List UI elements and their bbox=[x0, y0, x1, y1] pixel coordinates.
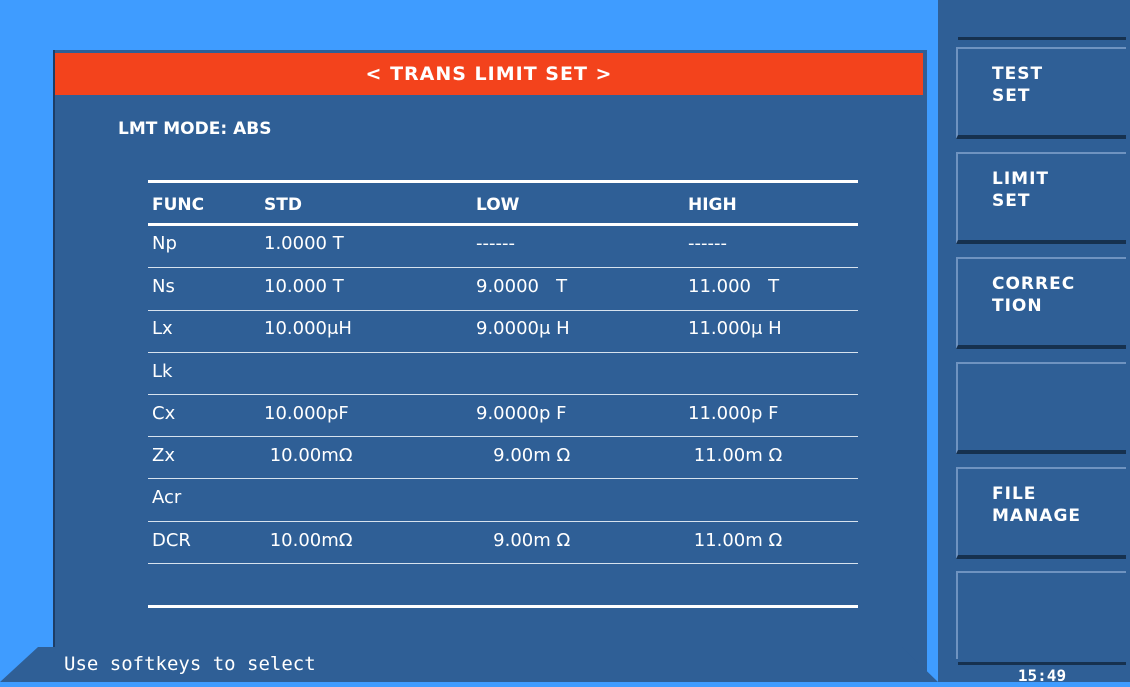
column-header-func: FUNC bbox=[152, 195, 205, 215]
high-cell[interactable]: 11.000 T bbox=[688, 276, 779, 297]
low-cell[interactable]: ------ bbox=[476, 233, 515, 254]
high-cell[interactable]: 11.00m Ω bbox=[688, 445, 783, 466]
func-cell: Ns bbox=[152, 276, 175, 297]
std-cell[interactable]: 10.000pF bbox=[264, 403, 349, 424]
func-cell: Lx bbox=[152, 318, 173, 339]
softkey-label: LIMIT SET bbox=[992, 169, 1049, 211]
softkey-file-manage[interactable]: FILE MANAGE bbox=[956, 467, 1126, 559]
high-cell[interactable]: 11.00m Ω bbox=[688, 530, 783, 551]
page-title: < TRANS LIMIT SET > bbox=[55, 53, 923, 95]
column-header-std: STD bbox=[264, 195, 302, 215]
row-divider bbox=[148, 521, 858, 522]
std-cell[interactable]: 10.000μH bbox=[264, 318, 352, 339]
softkey-label: FILE MANAGE bbox=[992, 484, 1082, 526]
limit-set-screen bbox=[53, 50, 927, 682]
softkey-correction[interactable]: CORREC TION bbox=[956, 257, 1126, 349]
table-bottom-rule bbox=[148, 605, 858, 608]
func-cell: Np bbox=[152, 233, 177, 254]
column-header-low: LOW bbox=[476, 195, 520, 215]
row-divider bbox=[148, 267, 858, 268]
func-cell: Acr bbox=[152, 487, 182, 508]
low-cell[interactable]: 9.00m Ω bbox=[476, 530, 570, 551]
func-cell: Lk bbox=[152, 361, 173, 382]
row-divider bbox=[148, 310, 858, 311]
column-header-high: HIGH bbox=[688, 195, 737, 215]
softkey-test-set[interactable]: TEST SET bbox=[956, 47, 1126, 139]
std-cell[interactable]: 10.000 T bbox=[264, 276, 344, 297]
low-cell[interactable]: 9.0000μ H bbox=[476, 318, 570, 339]
row-divider bbox=[148, 394, 858, 395]
low-cell[interactable]: 9.00m Ω bbox=[476, 445, 570, 466]
std-cell[interactable]: 1.0000 T bbox=[264, 233, 344, 254]
row-divider bbox=[148, 436, 858, 437]
row-divider bbox=[148, 478, 858, 479]
func-cell: Cx bbox=[152, 403, 176, 424]
softkey-top-rule bbox=[958, 37, 1126, 40]
high-cell[interactable]: ------ bbox=[688, 233, 727, 254]
table-header-rule bbox=[148, 223, 858, 226]
func-cell: DCR bbox=[152, 530, 191, 551]
std-cell[interactable]: 10.00mΩ bbox=[264, 530, 353, 551]
softkey-blank-2[interactable] bbox=[956, 571, 1126, 659]
softkey-label: CORREC TION bbox=[992, 274, 1076, 316]
row-divider bbox=[148, 352, 858, 353]
func-cell: Zx bbox=[152, 445, 175, 466]
limit-mode-label[interactable]: LMT MODE: ABS bbox=[118, 119, 271, 139]
table-top-rule bbox=[148, 180, 858, 183]
softkey-blank-1[interactable] bbox=[956, 362, 1126, 454]
low-cell[interactable]: 9.0000p F bbox=[476, 403, 566, 424]
softkey-label: TEST SET bbox=[992, 64, 1044, 106]
softkey-limit-set[interactable]: LIMIT SET bbox=[956, 152, 1126, 244]
row-divider bbox=[148, 563, 858, 564]
high-cell[interactable]: 11.000p F bbox=[688, 403, 778, 424]
std-cell[interactable]: 10.00mΩ bbox=[264, 445, 353, 466]
status-message: Use softkeys to select bbox=[64, 653, 316, 675]
low-cell[interactable]: 9.0000 T bbox=[476, 276, 567, 297]
high-cell[interactable]: 11.000μ H bbox=[688, 318, 782, 339]
